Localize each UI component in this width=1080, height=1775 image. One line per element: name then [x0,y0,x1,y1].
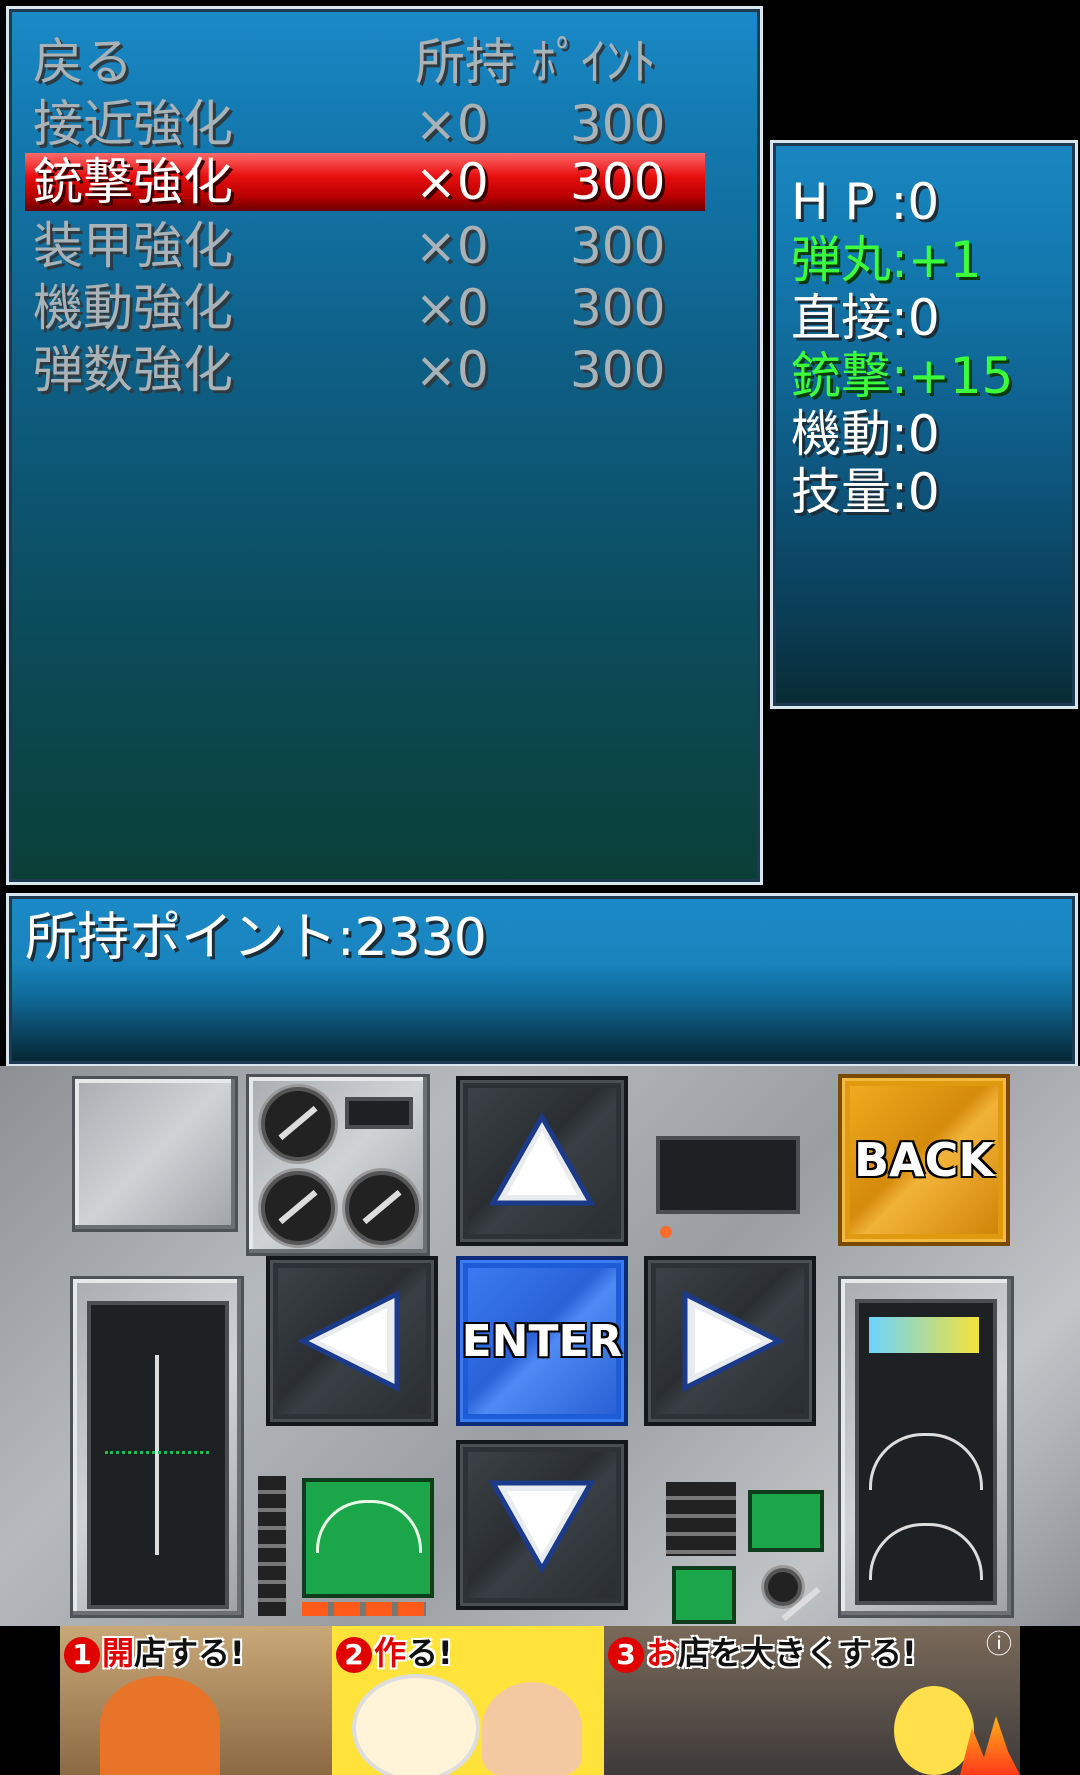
indicator-light [660,1226,672,1238]
menu-item-owned: ×0 [415,217,489,275]
ad-panel-make[interactable]: 2 作る! [332,1626,604,1775]
stat-mobility: 機動:0 [791,405,940,463]
enter-button-label: ENTER [461,1315,623,1367]
status-screen [656,1136,800,1214]
menu-item-cost: 300 [570,95,666,153]
menu-item-name: 機動強化 [33,279,233,337]
menu-item-melee[interactable]: 接近強化 ×0 300 [25,95,705,153]
owned-points-header: 所持 ﾎﾟｲﾝﾄ [415,33,656,91]
down-arrow-icon [488,1480,596,1575]
ad-banner[interactable]: 1 開店する! 2 作る! 3 お店を大きくする! ⓘ [60,1626,1020,1775]
ad-panel-open[interactable]: 1 開店する! [60,1626,332,1775]
vent-slots [258,1476,286,1616]
menu-item-shooting[interactable]: 銃撃強化 ×0 300 [25,153,705,211]
stat-direct: 直接:0 [791,289,940,347]
owned-points-text: 所持ポイント:2330 [25,908,487,968]
back-button[interactable]: BACK [838,1074,1010,1246]
upgrade-menu-panel: 戻る 所持 ﾎﾟｲﾝﾄ 接近強化 ×0 300 銃撃強化 ×0 300 装甲強化… [6,6,763,885]
menu-item-owned: ×0 [415,279,489,337]
menu-item-owned: ×0 [415,341,489,399]
back-button-label: BACK [853,1133,995,1187]
stat-shooting: 銃撃:+15 [791,347,1014,405]
stat-hp: H P :0 [791,173,940,231]
menu-header-row: 戻る 所持 ﾎﾟｲﾝﾄ [25,33,705,91]
down-arrow-button[interactable] [456,1440,628,1610]
up-arrow-icon [488,1111,596,1206]
menu-item-armor[interactable]: 装甲強化 ×0 300 [25,217,705,275]
slot-indicator [345,1097,413,1129]
right-arrow-icon [682,1289,785,1393]
gauge-icon [345,1171,419,1245]
menu-item-ammo[interactable]: 弾数強化 ×0 300 [25,341,705,399]
gauge-icon [261,1087,335,1161]
chef-face-icon [482,1682,582,1775]
up-arrow-button[interactable] [456,1076,628,1246]
radar-display [302,1478,434,1598]
character-icon [894,1686,974,1775]
ad-label-2: 2 作る! [336,1628,453,1674]
points-panel: 所持ポイント:2330 [6,893,1078,1067]
menu-item-name: 接近強化 [33,95,233,153]
knob-icon [764,1568,802,1606]
gauge-icon [261,1171,335,1245]
mini-display [748,1490,824,1552]
switch-bank [666,1482,736,1556]
menu-item-name: 弾数強化 [33,341,233,399]
enter-button[interactable]: ENTER [456,1256,628,1426]
menu-item-cost: 300 [570,153,666,211]
back-menu-item[interactable]: 戻る [33,33,133,91]
menu-item-cost: 300 [570,217,666,275]
menu-item-name: 銃撃強化 [33,153,233,211]
altimeter-plate [838,1276,1014,1618]
ramen-bowl-icon [352,1674,480,1775]
decor-plate-left [70,1276,244,1618]
right-arrow-button[interactable] [644,1256,816,1426]
altimeter-screen [855,1299,997,1605]
menu-item-name: 装甲強化 [33,217,233,275]
menu-item-cost: 300 [570,341,666,399]
mini-display-2 [672,1566,736,1624]
left-arrow-icon [297,1289,400,1393]
menu-item-owned: ×0 [415,95,489,153]
stat-skill: 技量:0 [791,463,940,521]
left-arrow-button[interactable] [266,1256,438,1426]
controller-pad: BACK ENTER [0,1066,1080,1626]
menu-item-cost: 300 [570,279,666,337]
radar-screen [87,1301,229,1609]
gauge-cluster [246,1074,430,1256]
info-icon[interactable]: ⓘ [984,1630,1014,1660]
menu-item-mobility[interactable]: 機動強化 ×0 300 [25,279,705,337]
warning-lights [302,1602,426,1616]
decor-plate [72,1076,238,1232]
horizon-bar [869,1317,979,1353]
stats-panel: H P :0 弾丸:+1 直接:0 銃撃:+15 機動:0 技量:0 [770,140,1078,709]
ad-label-1: 1 開店する! [64,1628,245,1674]
stat-bullet: 弾丸:+1 [791,231,982,289]
ad-label-3: 3 お店を大きくする! [608,1628,917,1674]
ad-panel-expand[interactable]: 3 お店を大きくする! ⓘ [604,1626,1020,1775]
menu-item-owned: ×0 [415,153,489,211]
